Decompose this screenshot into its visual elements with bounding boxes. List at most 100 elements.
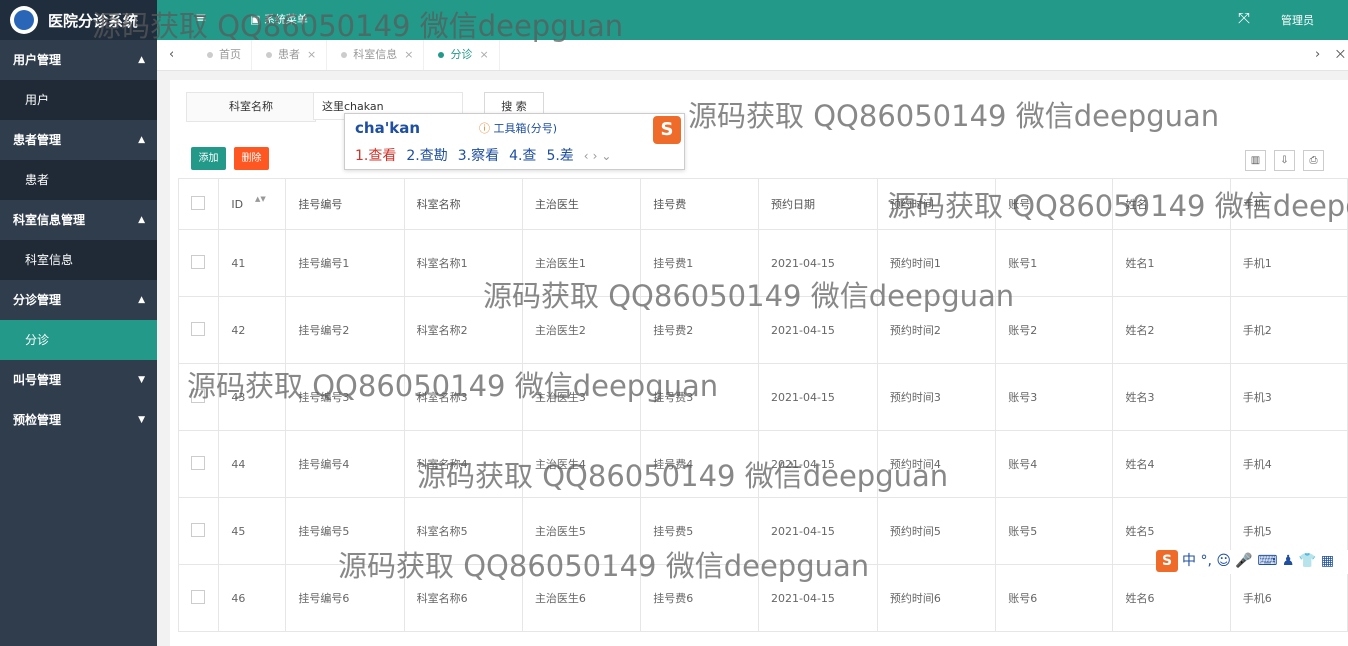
table-cell: 预约时间6 bbox=[876, 564, 997, 632]
row-checkbox[interactable] bbox=[191, 321, 205, 336]
add-button[interactable]: 添加 bbox=[191, 147, 226, 170]
tabs-prev-icon[interactable]: ‹ bbox=[169, 47, 174, 62]
sidebar-item-patient[interactable]: 患者 bbox=[0, 160, 157, 200]
table-cell: 手机1 bbox=[1229, 229, 1348, 297]
columns-filter-icon[interactable]: ▥ bbox=[1245, 150, 1266, 171]
tab-department-info[interactable]: 科室信息 × bbox=[327, 40, 425, 70]
table-cell: 账号1 bbox=[995, 229, 1114, 297]
ime-next-icon[interactable]: › bbox=[593, 149, 598, 163]
chevron-up-icon: ▲ bbox=[138, 215, 145, 225]
table-cell: 挂号费1 bbox=[640, 229, 759, 297]
sidebar-group-label: 分诊管理 bbox=[13, 293, 62, 307]
sidebar-group-patient[interactable]: 患者管理 ▲ bbox=[0, 120, 157, 160]
sidebar-group-department[interactable]: 科室信息管理 ▲ bbox=[0, 200, 157, 240]
column-header: 预约时间 bbox=[876, 178, 997, 230]
table-cell: 姓名4 bbox=[1112, 430, 1231, 498]
sidebar-group-label: 患者管理 bbox=[13, 133, 62, 147]
sidebar-item-triage[interactable]: 分诊 bbox=[0, 320, 157, 360]
table-cell: 44 bbox=[218, 430, 287, 498]
row-select-cell bbox=[177, 296, 220, 364]
ime-candidate[interactable]: 2.查勘 bbox=[406, 148, 447, 164]
table-cell: 挂号费2 bbox=[640, 296, 759, 364]
ime-candidate[interactable]: 1.查看 bbox=[355, 148, 396, 164]
ime-prev-icon[interactable]: ‹ bbox=[584, 149, 589, 163]
user-menu[interactable]: 管理员 bbox=[1281, 12, 1314, 28]
table-row[interactable]: 41 挂号编号1 科室名称1 主治医生1 挂号费1 2021-04-15 预约时间1 账号1 姓… bbox=[177, 229, 1348, 297]
sidebar-group-precheck[interactable]: 预检管理 ▼ bbox=[0, 400, 157, 440]
close-icon[interactable]: × bbox=[404, 48, 413, 61]
sidebar-item-department-info[interactable]: 科室信息 bbox=[0, 240, 157, 280]
ime-candidate[interactable]: 3.察看 bbox=[458, 148, 499, 164]
delete-button[interactable]: 删除 bbox=[234, 147, 269, 170]
sidebar-group-label: 叫号管理 bbox=[13, 373, 62, 387]
table-cell: 预约时间3 bbox=[876, 363, 997, 431]
row-select-cell bbox=[177, 363, 220, 431]
column-header: 预约日期 bbox=[758, 178, 878, 230]
table-cell: 46 bbox=[218, 564, 287, 632]
table-cell: 手机4 bbox=[1229, 430, 1348, 498]
ime-candidate[interactable]: 5.差 bbox=[546, 148, 573, 164]
sidebar-group-triage[interactable]: 分诊管理 ▲ bbox=[0, 280, 157, 320]
close-all-tabs-icon[interactable]: ⨉ bbox=[1336, 48, 1345, 62]
fullscreen-icon[interactable]: ⤧ bbox=[1238, 9, 1250, 27]
table-cell: 手机6 bbox=[1229, 564, 1348, 632]
ime-status-bar[interactable]: S中 °, ☺ 🎤 ⌨ ♟ 👕 ▦ bbox=[1156, 550, 1348, 574]
ime-candidate-popup: cha'kan ⓘ 工具箱(分号) S 1.查看 2.查勘 3.察看 4.查 5.差 ‹ ›… bbox=[344, 113, 685, 170]
chevron-down-icon: ▼ bbox=[138, 415, 145, 425]
sidebar-group-calling[interactable]: 叫号管理 ▼ bbox=[0, 360, 157, 400]
chevron-up-icon: ▲ bbox=[138, 135, 145, 145]
ime-candidate[interactable]: 4.查 bbox=[509, 148, 536, 164]
ime-candidates: 1.查看 2.查勘 3.察看 4.查 5.差 ‹ › ⌄ bbox=[355, 145, 615, 165]
logo-icon bbox=[10, 6, 38, 34]
table-cell: 2021-04-15 bbox=[758, 363, 878, 431]
table-row[interactable]: 43 挂号编号3 科室名称3 主治医生3 挂号费3 2021-04-15 预约时间3 账号3 姓… bbox=[177, 363, 1348, 431]
ime-status-icons: 中 °, ☺ 🎤 ⌨ ♟ 👕 ▦ bbox=[1182, 553, 1335, 569]
dot-icon bbox=[438, 52, 445, 58]
table-cell: 预约时间2 bbox=[876, 296, 997, 364]
select-all-checkbox[interactable] bbox=[191, 195, 205, 210]
column-header-id[interactable]: ID ▲▼ bbox=[218, 178, 287, 230]
table-cell: 挂号编号4 bbox=[285, 430, 405, 498]
row-select-cell bbox=[177, 229, 220, 297]
sidebar-item-user[interactable]: 用户 bbox=[0, 80, 157, 120]
sidebar-group-user[interactable]: 用户管理 ▲ bbox=[0, 40, 157, 80]
row-checkbox[interactable] bbox=[191, 254, 205, 269]
tab-home[interactable]: 首页 bbox=[193, 40, 252, 70]
table-cell: 挂号编号3 bbox=[285, 363, 405, 431]
table-cell: 预约时间1 bbox=[876, 229, 997, 297]
row-checkbox[interactable] bbox=[191, 522, 205, 537]
table-cell: 主治医生3 bbox=[521, 363, 642, 431]
table-cell: 科室名称3 bbox=[403, 363, 523, 431]
menu-toggle-icon[interactable]: ≡ bbox=[195, 10, 207, 26]
sogou-logo-icon: S bbox=[653, 116, 681, 144]
table-row[interactable]: 42 挂号编号2 科室名称2 主治医生2 挂号费2 2021-04-15 预约时间2 账号2 姓… bbox=[177, 296, 1348, 364]
app-title: 医院分诊系统 bbox=[48, 12, 139, 30]
tab-triage[interactable]: 分诊 × bbox=[424, 40, 500, 70]
tabs-next-icon[interactable]: › bbox=[1315, 47, 1320, 62]
ime-expand-icon[interactable]: ⌄ bbox=[601, 149, 611, 163]
table-cell: 挂号费5 bbox=[640, 497, 759, 565]
column-header: 主治医生 bbox=[521, 178, 642, 230]
table-cell: 账号2 bbox=[995, 296, 1114, 364]
ime-toolbox[interactable]: ⓘ 工具箱(分号) bbox=[479, 120, 557, 136]
table-row[interactable]: 44 挂号编号4 科室名称4 主治医生4 挂号费4 2021-04-15 预约时间4 账号4 姓… bbox=[177, 430, 1348, 498]
ime-composition-text: cha'kan bbox=[355, 119, 421, 137]
print-icon[interactable]: ⎙ bbox=[1303, 150, 1324, 171]
table-row[interactable]: 46 挂号编号6 科室名称6 主治医生6 挂号费6 2021-04-15 预约时间6 账号6 姓… bbox=[177, 564, 1348, 632]
close-icon[interactable]: × bbox=[307, 48, 316, 61]
sort-icon[interactable]: ▲▼ bbox=[255, 195, 266, 203]
table-cell: 挂号费3 bbox=[640, 363, 759, 431]
top-menu-tab[interactable]: ▣ 系统菜单 bbox=[250, 11, 308, 27]
row-select-cell bbox=[177, 430, 220, 498]
export-icon[interactable]: ⇩ bbox=[1274, 150, 1295, 171]
tab-patient[interactable]: 患者 × bbox=[252, 40, 328, 70]
select-all-cell bbox=[177, 178, 220, 230]
row-checkbox[interactable] bbox=[191, 455, 205, 470]
table-cell: 主治医生4 bbox=[521, 430, 642, 498]
sogou-logo-icon: S bbox=[1156, 550, 1178, 572]
info-icon: ⓘ bbox=[479, 122, 490, 135]
row-checkbox[interactable] bbox=[191, 589, 205, 604]
row-checkbox[interactable] bbox=[191, 388, 205, 403]
close-icon[interactable]: × bbox=[479, 48, 488, 61]
dot-icon bbox=[341, 52, 348, 58]
